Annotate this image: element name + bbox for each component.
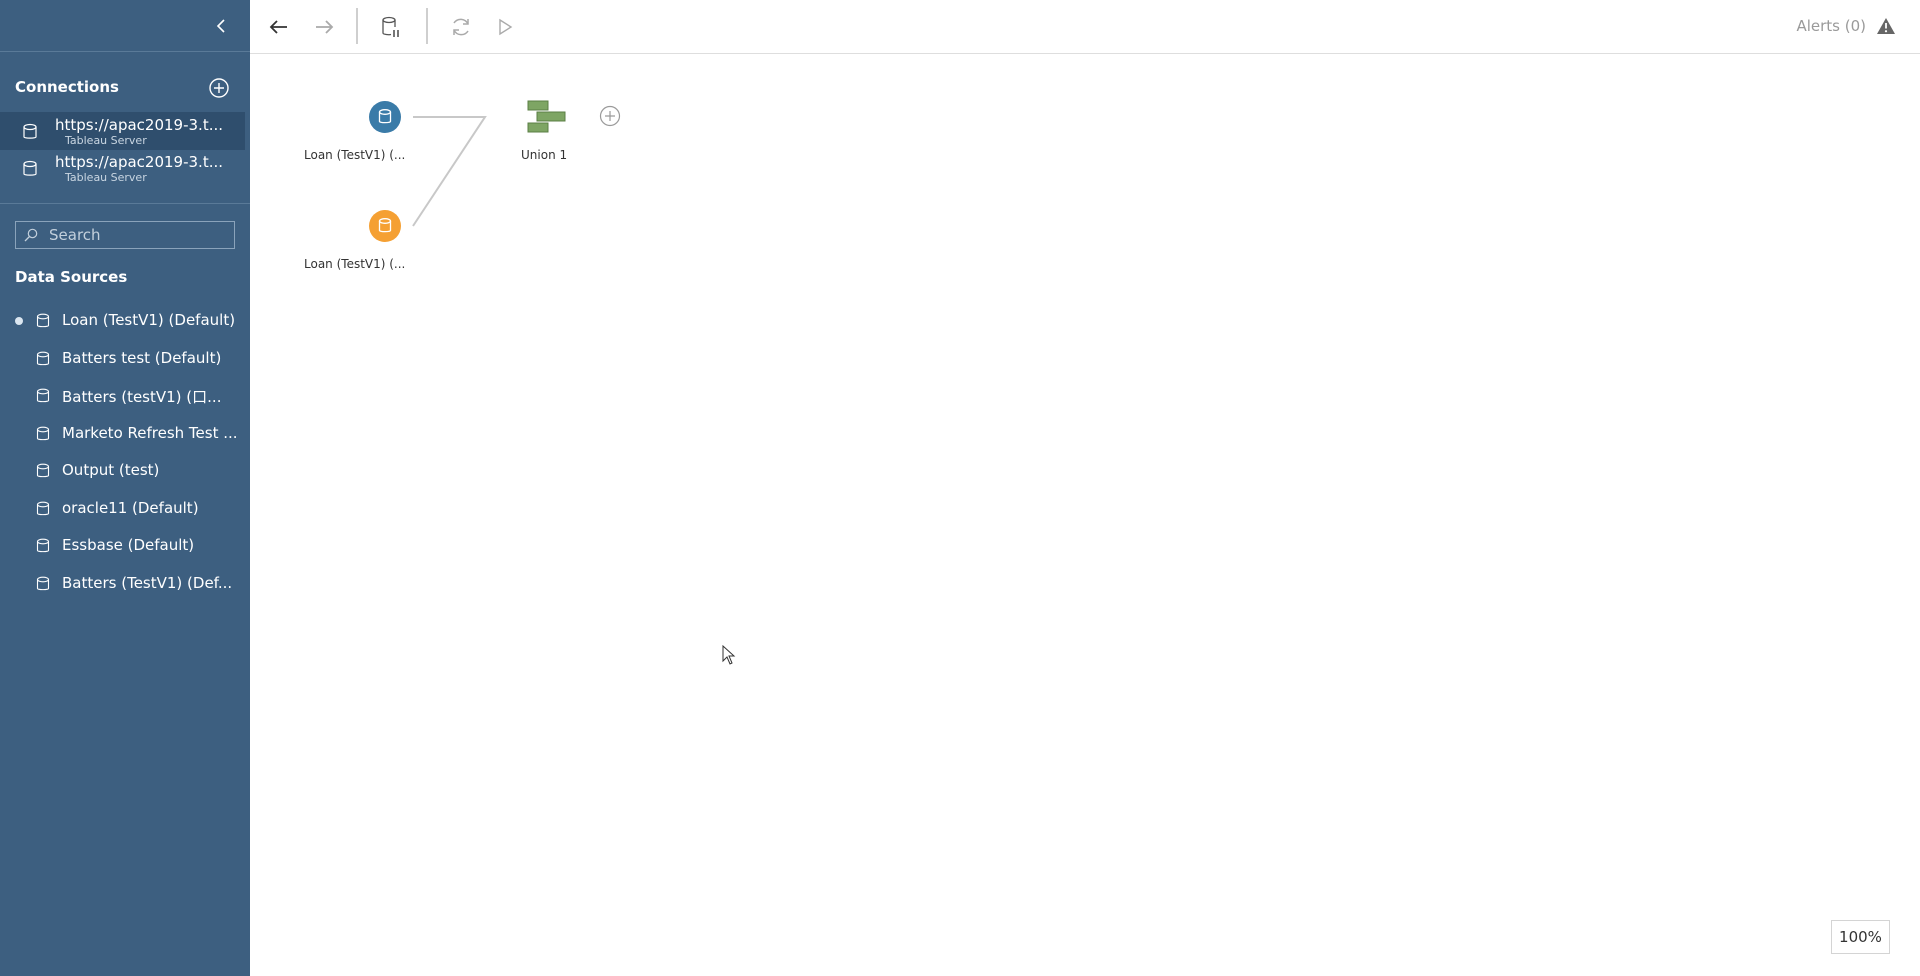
connections-title: Connections: [15, 78, 119, 96]
union-step-label: Union 1: [521, 148, 568, 162]
connection-item[interactable]: https://apac2019-3.t... Tableau Server: [0, 112, 245, 150]
add-step-button[interactable]: [598, 104, 622, 128]
flow-connectors: [412, 116, 487, 227]
data-source-item[interactable]: Batters test (Default): [0, 343, 250, 375]
search-icon: [24, 228, 38, 242]
mouse-cursor-icon: [722, 645, 736, 665]
toolbar-separator: [426, 8, 428, 44]
chevron-left-icon: [216, 19, 225, 33]
alerts-button[interactable]: Alerts (0): [1796, 16, 1896, 36]
connection-title: https://apac2019-3.t...: [55, 153, 224, 171]
database-icon: [36, 576, 50, 591]
database-icon: [36, 463, 50, 478]
database-icon: [36, 351, 50, 366]
data-source-label: Loan (TestV1) (Default): [62, 311, 236, 329]
connection-type: Tableau Server: [65, 171, 147, 184]
data-source-item[interactable]: Batters (testV1) (口...: [0, 380, 250, 412]
play-icon: [499, 18, 513, 36]
data-source-label: Batters (testV1) (口...: [62, 388, 222, 406]
data-source-item[interactable]: Batters (TestV1) (Def...: [0, 568, 250, 600]
data-source-label: oracle11 (Default): [62, 499, 199, 517]
data-source-item[interactable]: oracle11 (Default): [0, 493, 250, 525]
union-step-icon[interactable]: [527, 100, 567, 134]
arrow-right-icon: [316, 20, 334, 34]
data-source-label: Batters test (Default): [62, 349, 222, 367]
plus-circle-icon: [209, 78, 229, 98]
warning-icon: [1877, 18, 1895, 34]
data-source-label: Output (test): [62, 461, 160, 479]
sidebar-top: [0, 0, 250, 52]
database-icon: [36, 426, 50, 441]
input-node-loan-1[interactable]: [369, 101, 401, 133]
data-source-label: Marketo Refresh Test ...: [62, 424, 238, 442]
input-node-loan-2[interactable]: [369, 210, 401, 242]
add-connection-button[interactable]: [208, 77, 230, 99]
data-source-item[interactable]: Output (test): [0, 455, 250, 487]
search-input[interactable]: [49, 225, 229, 245]
collapse-sidebar-button[interactable]: [212, 16, 232, 36]
search-box[interactable]: [15, 221, 235, 249]
database-icon: [378, 218, 392, 233]
sidebar: Connections https://apac2019-3.t... Tabl…: [0, 0, 250, 976]
refresh-icon: [453, 18, 469, 36]
connection-title: https://apac2019-3.t...: [55, 116, 224, 134]
database-icon: [36, 313, 50, 328]
database-icon: [378, 109, 392, 124]
node-label: Loan (TestV1) (...: [304, 148, 406, 162]
back-button[interactable]: [266, 14, 292, 40]
data-sources-title: Data Sources: [15, 268, 128, 286]
database-pause-icon: [382, 16, 399, 37]
connection-item[interactable]: https://apac2019-3.t... Tableau Server: [0, 149, 245, 187]
flow-canvas[interactable]: Loan (TestV1) (... Loan (TestV1) (... Un…: [250, 54, 1920, 976]
toolbar-separator: [356, 8, 358, 44]
database-icon: [36, 388, 50, 403]
database-icon: [36, 501, 50, 516]
data-source-item[interactable]: Essbase (Default): [0, 530, 250, 562]
toolbar: Alerts (0): [250, 0, 1920, 54]
zoom-level-control[interactable]: 100%: [1831, 920, 1890, 954]
database-icon: [36, 538, 50, 553]
data-source-label: Batters (TestV1) (Def...: [62, 574, 233, 592]
arrow-left-icon: [269, 20, 287, 34]
connection-type: Tableau Server: [65, 134, 147, 147]
refresh-button[interactable]: [448, 14, 474, 40]
database-icon: [23, 123, 37, 139]
data-source-item[interactable]: Loan (TestV1) (Default): [0, 305, 250, 337]
alerts-label: Alerts (0): [1796, 17, 1866, 35]
in-use-indicator: [15, 317, 23, 325]
run-flow-button[interactable]: [492, 14, 518, 40]
data-source-label: Essbase (Default): [62, 536, 195, 554]
node-label: Loan (TestV1) (...: [304, 257, 406, 271]
data-source-item[interactable]: Marketo Refresh Test ...: [0, 418, 250, 450]
database-icon: [23, 160, 37, 176]
sidebar-divider: [0, 203, 250, 204]
forward-button[interactable]: [311, 14, 337, 40]
pause-data-updates-button[interactable]: [378, 14, 404, 40]
